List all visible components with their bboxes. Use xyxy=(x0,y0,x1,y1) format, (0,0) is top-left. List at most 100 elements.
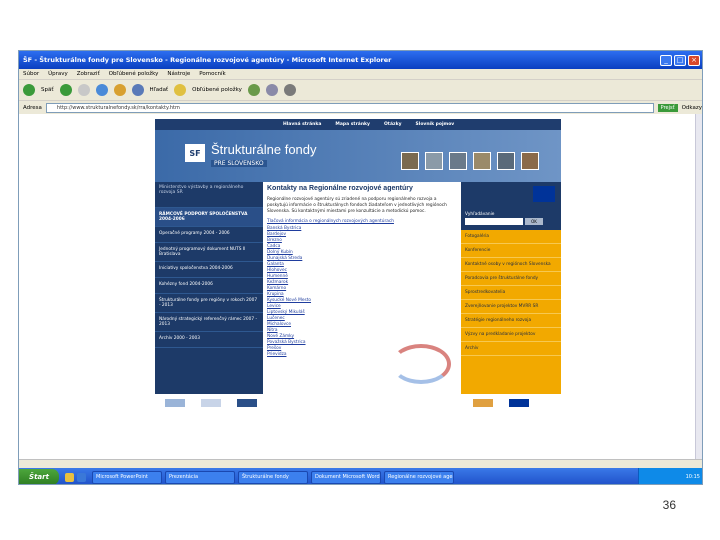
taskbar-task[interactable]: Štrukturálne fondy xyxy=(238,470,308,484)
banner-title: Štrukturálne fondy xyxy=(211,142,317,157)
refresh-icon[interactable] xyxy=(95,84,108,96)
page-viewport: Hlavná stránka Mapa stránky Otázky Slovn… xyxy=(19,114,697,459)
banner-photo xyxy=(449,152,467,170)
stop-icon[interactable] xyxy=(77,84,90,96)
taskbar-task[interactable]: Prezentácia xyxy=(165,470,235,484)
menu-favorites[interactable]: Obľúbené položky xyxy=(109,71,159,77)
search-label[interactable]: Hľadať xyxy=(150,87,169,93)
banner-photo xyxy=(497,152,515,170)
home-icon[interactable] xyxy=(113,84,126,96)
content-title: Kontakty na Regionálne rozvojové agentúr… xyxy=(267,185,413,192)
nav-questions[interactable]: Otázky xyxy=(384,119,402,130)
search-label: Vyhľadávanie xyxy=(465,212,495,217)
maximize-button[interactable]: □ xyxy=(674,54,686,66)
left-menu-item[interactable]: RÁMCOVÉ PODPORY SPOLOČENSTVA 2004-2006 xyxy=(155,208,263,227)
back-label[interactable]: Späť xyxy=(41,87,54,93)
clock[interactable]: 10:15 xyxy=(686,474,700,480)
left-menu-item[interactable]: Iniciatívy spoločenstva 2004-2006 xyxy=(155,262,263,278)
left-menu: Ministerstvo výstavby a regionálneho roz… xyxy=(155,182,263,394)
left-menu-item[interactable]: Štrukturálne fondy pre regióny v rokoch … xyxy=(155,294,263,313)
right-menu-item[interactable]: Kontaktné osoby v regiónoch Slovenska xyxy=(461,258,561,272)
address-bar: Adresa http://www.strukturalnefondy.sk/r… xyxy=(19,100,702,114)
taskbar-task[interactable]: Dokument Microsoft Word xyxy=(311,470,381,484)
footer-logo[interactable] xyxy=(473,399,493,407)
left-menu-item[interactable]: Národný strategický referenčný rámec 200… xyxy=(155,313,263,332)
quicklaunch-icon[interactable] xyxy=(65,472,74,482)
browser-screenshot: ŠF - Štrukturálne fondy pre Slovensko - … xyxy=(18,50,703,485)
banner-photo xyxy=(401,152,419,170)
right-menu-items: Fotogaléria Konferencie Kontaktné osoby v … xyxy=(461,230,561,356)
eu-logo-icon[interactable] xyxy=(509,399,529,407)
quicklaunch-icon[interactable] xyxy=(77,472,86,482)
banner-photo xyxy=(473,152,491,170)
window-titlebar: ŠF - Štrukturálne fondy pre Slovensko - … xyxy=(19,51,702,69)
right-menu-item[interactable]: Konferencie xyxy=(461,244,561,258)
print-icon[interactable] xyxy=(283,84,296,96)
right-menu-item[interactable]: Zverejňovanie projektov MVRR SR xyxy=(461,300,561,314)
menu-edit[interactable]: Úpravy xyxy=(48,71,68,77)
menu-bar: Súbor Úpravy Zobraziť Obľúbené položky N… xyxy=(19,69,702,80)
content-text: Regionálne rozvojové agentúry sú zriaden… xyxy=(267,197,447,214)
favorites-star-icon[interactable] xyxy=(174,84,187,96)
rra-list: Banská Bystrica Bardejov Brezno Čadca Dolný … xyxy=(263,226,461,358)
sf-logo-icon[interactable]: SF xyxy=(185,144,205,162)
taskbar-task[interactable]: Microsoft PowerPoint xyxy=(92,470,162,484)
footer-logos xyxy=(155,398,561,408)
left-menu-item[interactable]: Jednotný programový dokument NUTS II Bra… xyxy=(155,243,263,262)
right-menu: Vyhľadávanie OK Fotogaléria Konferencie Ko… xyxy=(461,182,561,394)
site-search-input[interactable] xyxy=(465,218,523,225)
footer-logo[interactable] xyxy=(237,399,257,407)
start-button[interactable]: Štart xyxy=(19,469,59,484)
left-menu-item[interactable]: Kohézny fond 2004-2006 xyxy=(155,278,263,294)
footer-logo[interactable] xyxy=(165,399,185,407)
footer-logo[interactable] xyxy=(201,399,221,407)
links-label[interactable]: Odkazy xyxy=(682,105,702,111)
right-menu-item[interactable]: Výzvy na predkladanie projektov xyxy=(461,328,561,342)
nav-glossary[interactable]: Slovník pojmov xyxy=(416,119,455,130)
banner-subtitle: PRE SLOVENSKO xyxy=(211,160,267,167)
menu-tools[interactable]: Nástroje xyxy=(167,71,190,77)
ministry-label: Ministerstvo výstavby a regionálneho roz… xyxy=(155,182,263,208)
rra-logo-swoosh xyxy=(391,344,451,384)
left-menu-item[interactable]: Archív 2000 - 2003 xyxy=(155,332,263,348)
site-search-button[interactable]: OK xyxy=(525,218,543,225)
right-menu-item[interactable]: Poradcovia pre štrukturálne fondy xyxy=(461,272,561,286)
search-box: Vyhľadávanie OK xyxy=(461,182,561,230)
slide-number: 36 xyxy=(662,498,676,512)
window-title: ŠF - Štrukturálne fondy pre Slovensko - … xyxy=(23,56,392,64)
website: Hlavná stránka Mapa stránky Otázky Slovn… xyxy=(155,119,561,394)
menu-file[interactable]: Súbor xyxy=(23,71,39,77)
back-arrow-icon[interactable] xyxy=(23,84,35,96)
right-menu-item[interactable]: Stratégie regionálneho rozvoja xyxy=(461,314,561,328)
nav-sitemap[interactable]: Mapa stránky xyxy=(335,119,370,130)
address-input[interactable]: http://www.strukturalnefondy.sk/rra/kont… xyxy=(45,102,654,113)
nav-home[interactable]: Hlavná stránka xyxy=(283,119,321,130)
favorites-label[interactable]: Obľúbené položky xyxy=(192,87,242,93)
right-menu-item[interactable]: Fotogaléria xyxy=(461,230,561,244)
system-tray: 10:15 xyxy=(638,468,702,484)
left-menu-item[interactable]: Operačné programy 2004 - 2006 xyxy=(155,227,263,243)
taskbar-task[interactable]: Regionálne rozvojové agentúry xyxy=(384,470,454,484)
close-button[interactable]: × xyxy=(688,54,700,66)
status-bar xyxy=(19,459,702,468)
site-nav: Hlavná stránka Mapa stránky Otázky Slovn… xyxy=(155,119,561,130)
search-icon[interactable] xyxy=(131,84,144,96)
browser-toolbar: Späť Hľadať Obľúbené položky xyxy=(19,80,702,100)
go-button[interactable]: Prejsť xyxy=(657,103,678,112)
vertical-scrollbar[interactable] xyxy=(695,114,702,459)
mail-icon[interactable] xyxy=(265,84,278,96)
banner-photo xyxy=(425,152,443,170)
menu-view[interactable]: Zobraziť xyxy=(77,71,100,77)
forward-arrow-icon[interactable] xyxy=(59,84,72,96)
eu-flag-icon xyxy=(533,186,555,202)
right-menu-item[interactable]: Archív xyxy=(461,342,561,356)
right-menu-item[interactable]: Sprostredkovatelia xyxy=(461,286,561,300)
site-banner: SF Štrukturálne fondy PRE SLOVENSKO xyxy=(155,130,561,182)
taskbar: Štart Microsoft PowerPoint Prezentácia Š… xyxy=(19,468,702,484)
banner-photo xyxy=(521,152,539,170)
history-icon[interactable] xyxy=(247,84,260,96)
press-link[interactable]: Tlačová informácia o regionálnych rozvoj… xyxy=(263,217,461,226)
content-area: Kontakty na Regionálne rozvojové agentúr… xyxy=(263,182,461,394)
minimize-button[interactable]: _ xyxy=(660,54,672,66)
menu-help[interactable]: Pomocník xyxy=(199,71,225,77)
